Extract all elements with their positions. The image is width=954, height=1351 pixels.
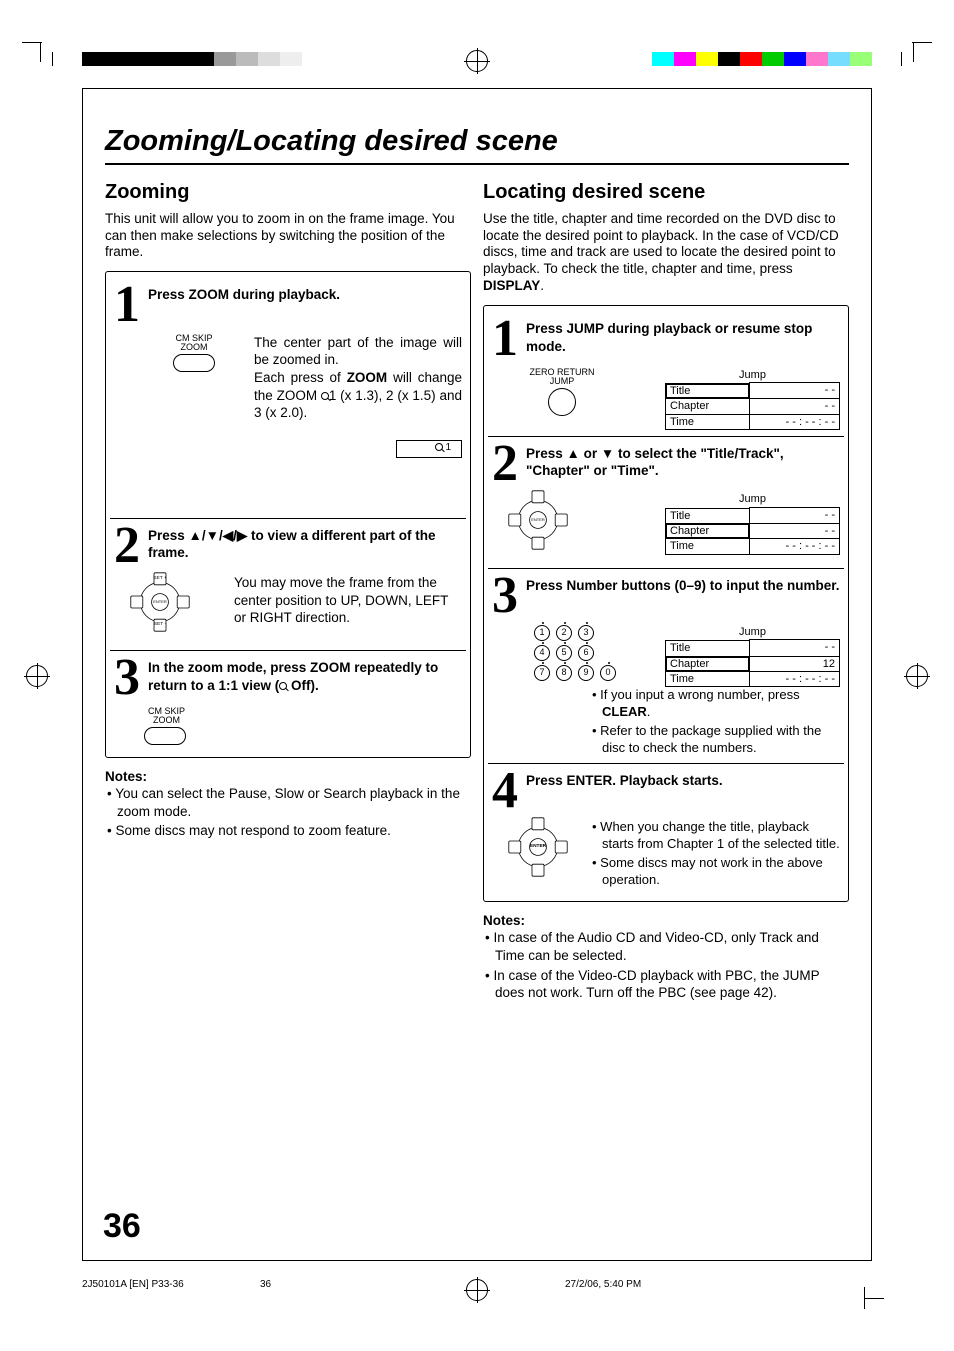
locate-heading: Locating desired scene [483,179,849,205]
dpad-enter-icon: ENTER [510,819,566,875]
footer-date: 27/2/06, 5:40 PM [565,1278,641,1291]
magnifier-icon [321,392,329,400]
zoom-notes: You can select the Pause, Slow or Search… [105,785,471,840]
locate-notes: In case of the Audio CD and Video-CD, on… [483,929,849,1001]
zoom-steps: 1 Press ZOOM during playback. CM SKIP ZO… [105,271,471,758]
zoom-button-icon-2 [144,727,186,745]
locate-step3-head: Press Number buttons (0–9) to input the … [526,575,840,617]
locate-step2-head: Press ▲ or ▼ to select the "Title/Track"… [526,443,840,485]
color-bar-left [82,52,302,66]
color-bar-right [652,52,872,66]
locate-column: Locating desired scene Use the title, ch… [483,179,849,1004]
jump-osd-1: Jump Title- - Chapter- - Time- - : - - :… [665,368,840,430]
side-mark-right [864,1287,884,1309]
zoom-column: Zooming This unit will allow you to zoom… [105,179,471,1004]
zoom-heading: Zooming [105,179,471,205]
jump-button-icon [548,388,576,416]
locate-intro: Use the title, chapter and time recorded… [483,211,849,295]
zoom-step2-body: You may move the frame from the center p… [234,574,462,627]
zoom-step3-head: In the zoom mode, press ZOOM repeatedly … [148,657,462,699]
side-reg-mark [906,665,928,687]
zoom-step2-head: Press ▲/▼/◀/▶ to view a different part o… [148,525,462,567]
registration-mark-bottom [466,1279,488,1301]
zoom-osd-indicator: 1 [396,440,462,458]
dpad-icon: ENTER SET + SET - [132,574,188,630]
locate-step4-notes: When you change the title, playback star… [602,819,840,889]
page-number: 36 [103,1204,141,1248]
footer-page: 36 [260,1278,271,1291]
step-number-3: 3 [114,657,142,699]
locate-notes-heading: Notes: [483,912,849,930]
zoom-button-icon [173,354,215,372]
page-title: Zooming/Locating desired scene [105,123,849,163]
dpad-icon-2: ENTER [510,492,566,548]
locate-steps: 1 Press JUMP during playback or resume s… [483,305,849,902]
locate-step1-head: Press JUMP during playback or resume sto… [526,318,840,360]
zoom-notes-heading: Notes: [105,768,471,786]
zoom-step1-head: Press ZOOM during playback. [148,284,340,326]
zoom-intro: This unit will allow you to zoom in on t… [105,211,471,262]
number-pad-icon: 123 456 [534,625,618,661]
zoom-step1-body1: The center part of the image will be zoo… [254,335,462,368]
step-number-1: 1 [114,284,142,326]
jump-osd-3: Jump Title- - Chapter12 Time- - : - - : … [665,625,840,687]
step-number-2: 2 [114,525,142,567]
locate-step3-notes: If you input a wrong number, press CLEAR… [602,687,840,757]
locate-step4-head: Press ENTER. Playback starts. [526,770,723,812]
footer-doc-id: 2J50101A [EN] P33-36 [82,1278,184,1291]
jump-osd-2: Jump Title- - Chapter- - Time- - : - - :… [665,492,840,554]
side-reg-mark-left [26,665,48,687]
registration-mark-top [466,50,488,72]
zoom-label: ZOOM [144,343,244,352]
page-content: Zooming/Locating desired scene Zooming T… [82,88,872,1261]
